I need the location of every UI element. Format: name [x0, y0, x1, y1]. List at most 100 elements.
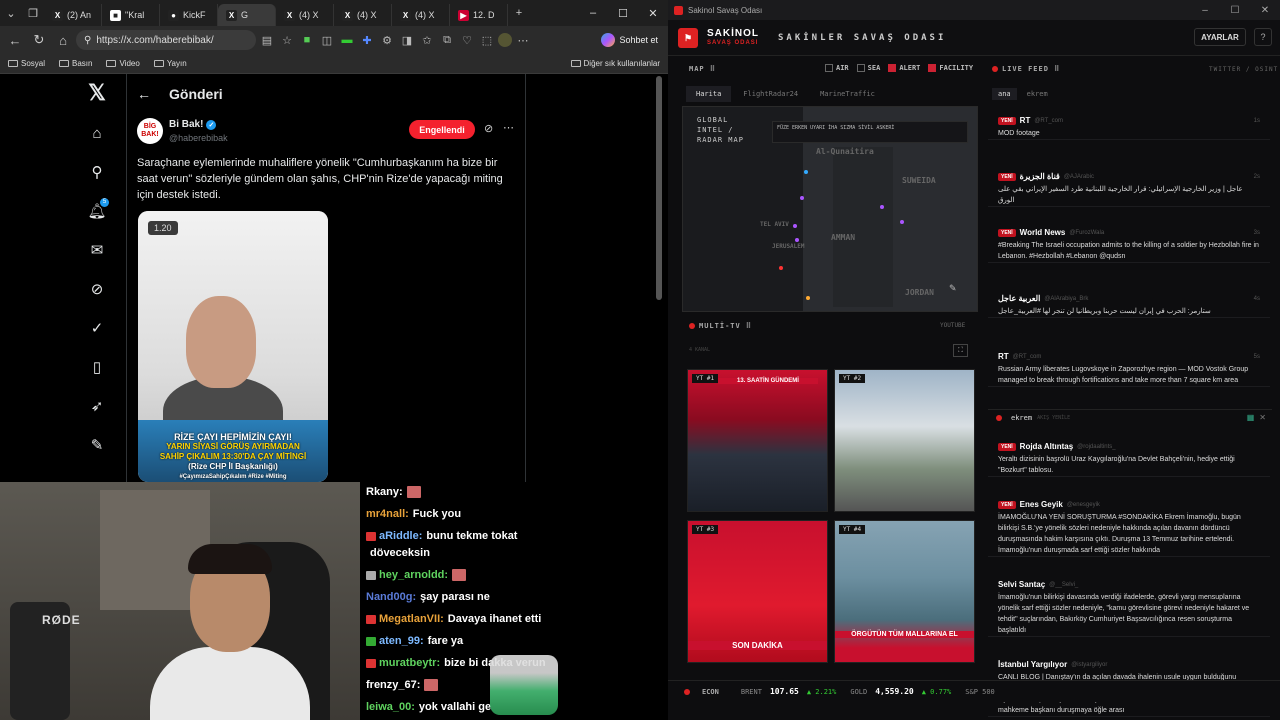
favorite-star-icon[interactable]: ☆ [278, 31, 296, 49]
map-marker[interactable] [806, 296, 810, 300]
blocked-button[interactable]: Engellendi [409, 120, 475, 139]
feed-item[interactable]: Selvi Santaç @__Selvi_ İmamoğlu'nun bilirk… [988, 580, 1270, 637]
profile-avatar[interactable] [498, 33, 512, 47]
tab-favicon-icon: ● [168, 9, 179, 21]
extensions-icon[interactable]: ⬚ [478, 31, 496, 49]
map-tab[interactable]: FlightRadar24 [733, 86, 808, 102]
browser-tab[interactable]: X (4) X [276, 4, 334, 26]
tab-title: KickF [183, 10, 206, 20]
extension-icon[interactable]: ▬ [338, 31, 356, 49]
map-marker[interactable] [779, 266, 783, 270]
map-filter-checkbox[interactable]: FACILITY [928, 64, 973, 72]
author-handle[interactable]: @haberebibak [169, 133, 228, 143]
browser-tab[interactable]: ● KickF [160, 4, 218, 26]
feed-handle: @rojdaaltints_ [1077, 443, 1116, 450]
split-screen-icon[interactable]: ◨ [398, 31, 416, 49]
feed-item[interactable]: YENİ World News @FurozWala 3s #Breaking The … [988, 228, 1270, 263]
heart-icon[interactable]: ♡ [458, 31, 476, 49]
pencil-icon[interactable]: ✎ [949, 283, 963, 297]
maximize-icon[interactable]: ☐ [1220, 5, 1250, 16]
new-tab-button[interactable]: + [508, 2, 530, 24]
reader-icon[interactable]: ▤ [258, 31, 276, 49]
extension-icon[interactable]: ⚙ [378, 31, 396, 49]
refresh-icon[interactable]: ↻ [28, 29, 50, 51]
favorite-folder[interactable]: Video [106, 59, 140, 68]
map-marker[interactable] [800, 196, 804, 200]
extension-icon[interactable]: ✚ [358, 31, 376, 49]
tv-channel[interactable]: YT #1 13. SAATİN GÜNDEMİ [687, 369, 828, 512]
collections-icon[interactable]: ⧉ [438, 31, 456, 49]
minimize-icon[interactable]: – [1190, 5, 1220, 16]
browser-tab[interactable]: X (2) An [44, 4, 102, 26]
feed-item[interactable]: RT @RT_com 5s Russian Army liberates Lugovs… [988, 352, 1270, 387]
browser-tab[interactable]: ■ "Kral [102, 4, 160, 26]
notifications-icon[interactable]: 🔔︎ 5 [80, 198, 114, 224]
browser-tab[interactable]: ▶ 12. D [450, 4, 508, 26]
browser-tab[interactable]: X (4) X [334, 4, 392, 26]
compose-icon[interactable]: ✎ [80, 432, 114, 458]
browser-tab[interactable]: X (4) X [392, 4, 450, 26]
feed-item[interactable]: YENİ RT @RT_com 1s MOD footage [988, 116, 1270, 140]
verified-icon[interactable]: ✓ [80, 315, 114, 341]
feed-item[interactable]: العربية عاجل @AlArabiya_Brk 4s ستارمر: الحر… [988, 294, 1270, 318]
author-name[interactable]: Bi Bak! ✓ [169, 119, 217, 130]
back-arrow-icon[interactable]: ← [137, 86, 151, 102]
more-icon[interactable]: ⋯ [514, 31, 532, 49]
close-icon[interactable]: ✕ [638, 7, 668, 20]
map-filter-checkbox[interactable]: SEA [856, 64, 880, 72]
browser-tab[interactable]: XG [218, 4, 276, 26]
favorite-folder[interactable]: Sosyal [8, 59, 45, 68]
map-marker[interactable] [804, 170, 808, 174]
feed-item[interactable]: YENİ Enes Geyik @enesgeyik İMAMOĞLU'NA YENİ… [988, 500, 1270, 557]
checkbox-icon [928, 64, 937, 72]
feed-handle: @enesgeyik [1066, 501, 1100, 508]
home-icon[interactable]: ⌂ [52, 29, 74, 51]
favorites-icon[interactable]: ✩ [418, 31, 436, 49]
extension-icon[interactable]: ◫ [318, 31, 336, 49]
help-button[interactable]: ? [1254, 28, 1272, 46]
grok-icon[interactable]: ⊘ [484, 122, 493, 135]
map-tab[interactable]: MarineTraffic [810, 86, 885, 102]
settings-button[interactable]: AYARLAR [1194, 28, 1246, 46]
grok-icon[interactable]: ⊘ [80, 276, 114, 302]
favorite-folder[interactable]: Basın [59, 59, 92, 68]
map-filter-checkbox[interactable]: AIR [825, 64, 849, 72]
minimize-icon[interactable]: – [578, 7, 608, 20]
feed-item[interactable]: YENİ قناة الجزيرة @AJArabic 2s عاجل | وزير ا… [988, 172, 1270, 207]
bookmarks-icon[interactable]: ▯ [80, 354, 114, 380]
back-icon[interactable]: ← [4, 29, 26, 51]
live-feed-tab[interactable]: ana [992, 88, 1017, 100]
messages-icon[interactable]: ✉ [80, 237, 114, 263]
tv-channel[interactable]: YT #2 [834, 369, 975, 512]
home-icon[interactable]: ⌂ [80, 120, 114, 146]
map-marker[interactable] [900, 220, 904, 224]
extension-icon[interactable]: ■ [298, 31, 316, 49]
favorite-folder[interactable]: Yayın [153, 59, 187, 68]
rocket-icon[interactable]: ➶ [80, 393, 114, 419]
tv-channel[interactable]: YT #3 SON DAKİKA [687, 520, 828, 663]
copilot-button[interactable]: Sohbet et [595, 33, 664, 47]
refresh-icon[interactable]: ▦ [1247, 413, 1255, 422]
expand-icon[interactable]: ⛶ [953, 344, 968, 357]
tv-channel[interactable]: YT #4 ÖRGÜTÜN TÜM MALLARINA EL [834, 520, 975, 663]
map-filter-checkbox[interactable]: ALERT [888, 64, 920, 72]
other-favorites[interactable]: Diğer sık kullanılanlar [570, 59, 660, 68]
map-marker[interactable] [795, 238, 799, 242]
tab-actions-icon[interactable]: ⌄ [0, 2, 22, 24]
close-icon[interactable]: ✕ [1259, 413, 1266, 422]
search-icon[interactable]: ⚲ [80, 159, 114, 185]
map-tab[interactable]: Harita [686, 86, 732, 102]
close-icon[interactable]: ✕ [1250, 5, 1280, 16]
url-field[interactable]: ⚲ https://x.com/haberebibak/ [76, 30, 256, 50]
map-marker[interactable] [880, 205, 884, 209]
author-avatar[interactable]: BİG BAK! [137, 118, 163, 144]
scrollbar[interactable] [656, 76, 662, 300]
map-marker[interactable] [793, 224, 797, 228]
feed-item[interactable]: YENİ Rojda Altıntaş @rojdaaltints_ Yeraltı … [988, 442, 1270, 477]
more-options-icon[interactable]: ⋯ [503, 121, 514, 134]
live-feed-tab[interactable]: ekrem [1021, 88, 1054, 100]
workspaces-icon[interactable]: ❐ [22, 2, 44, 24]
x-logo-icon[interactable]: 𝕏 [80, 80, 114, 106]
maximize-icon[interactable]: ☐ [608, 7, 638, 20]
chat-username: aten_99: [379, 635, 424, 647]
